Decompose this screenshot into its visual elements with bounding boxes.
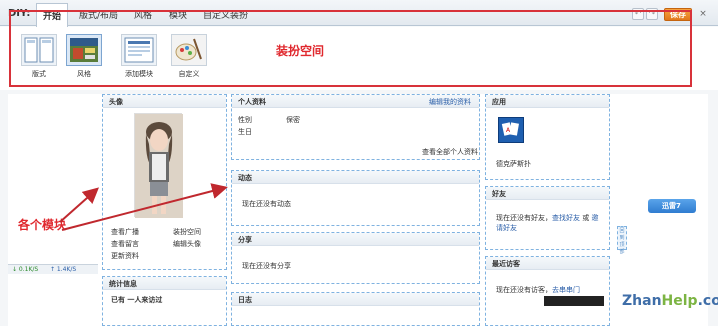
xunlei-float-button[interactable]: 迅雷7 [648, 199, 696, 213]
watermark-com: .com [697, 293, 718, 309]
watermark-zhan: Zhan [622, 293, 662, 309]
speed-status-bar: ↓ 0.1K/S ↑ 1.4K/S [8, 264, 98, 274]
upload-speed: ↑ 1.4K/S [50, 266, 77, 273]
watermark-help: Help [661, 293, 698, 309]
media-control-bar[interactable] [544, 296, 604, 306]
annotation-arrows [59, 183, 228, 231]
back-to-top-widget[interactable]: 回到顶部 [617, 226, 627, 255]
watermark-logo: ZhanHelp.com [622, 293, 718, 309]
download-speed: ↓ 0.1K/S [12, 266, 39, 273]
